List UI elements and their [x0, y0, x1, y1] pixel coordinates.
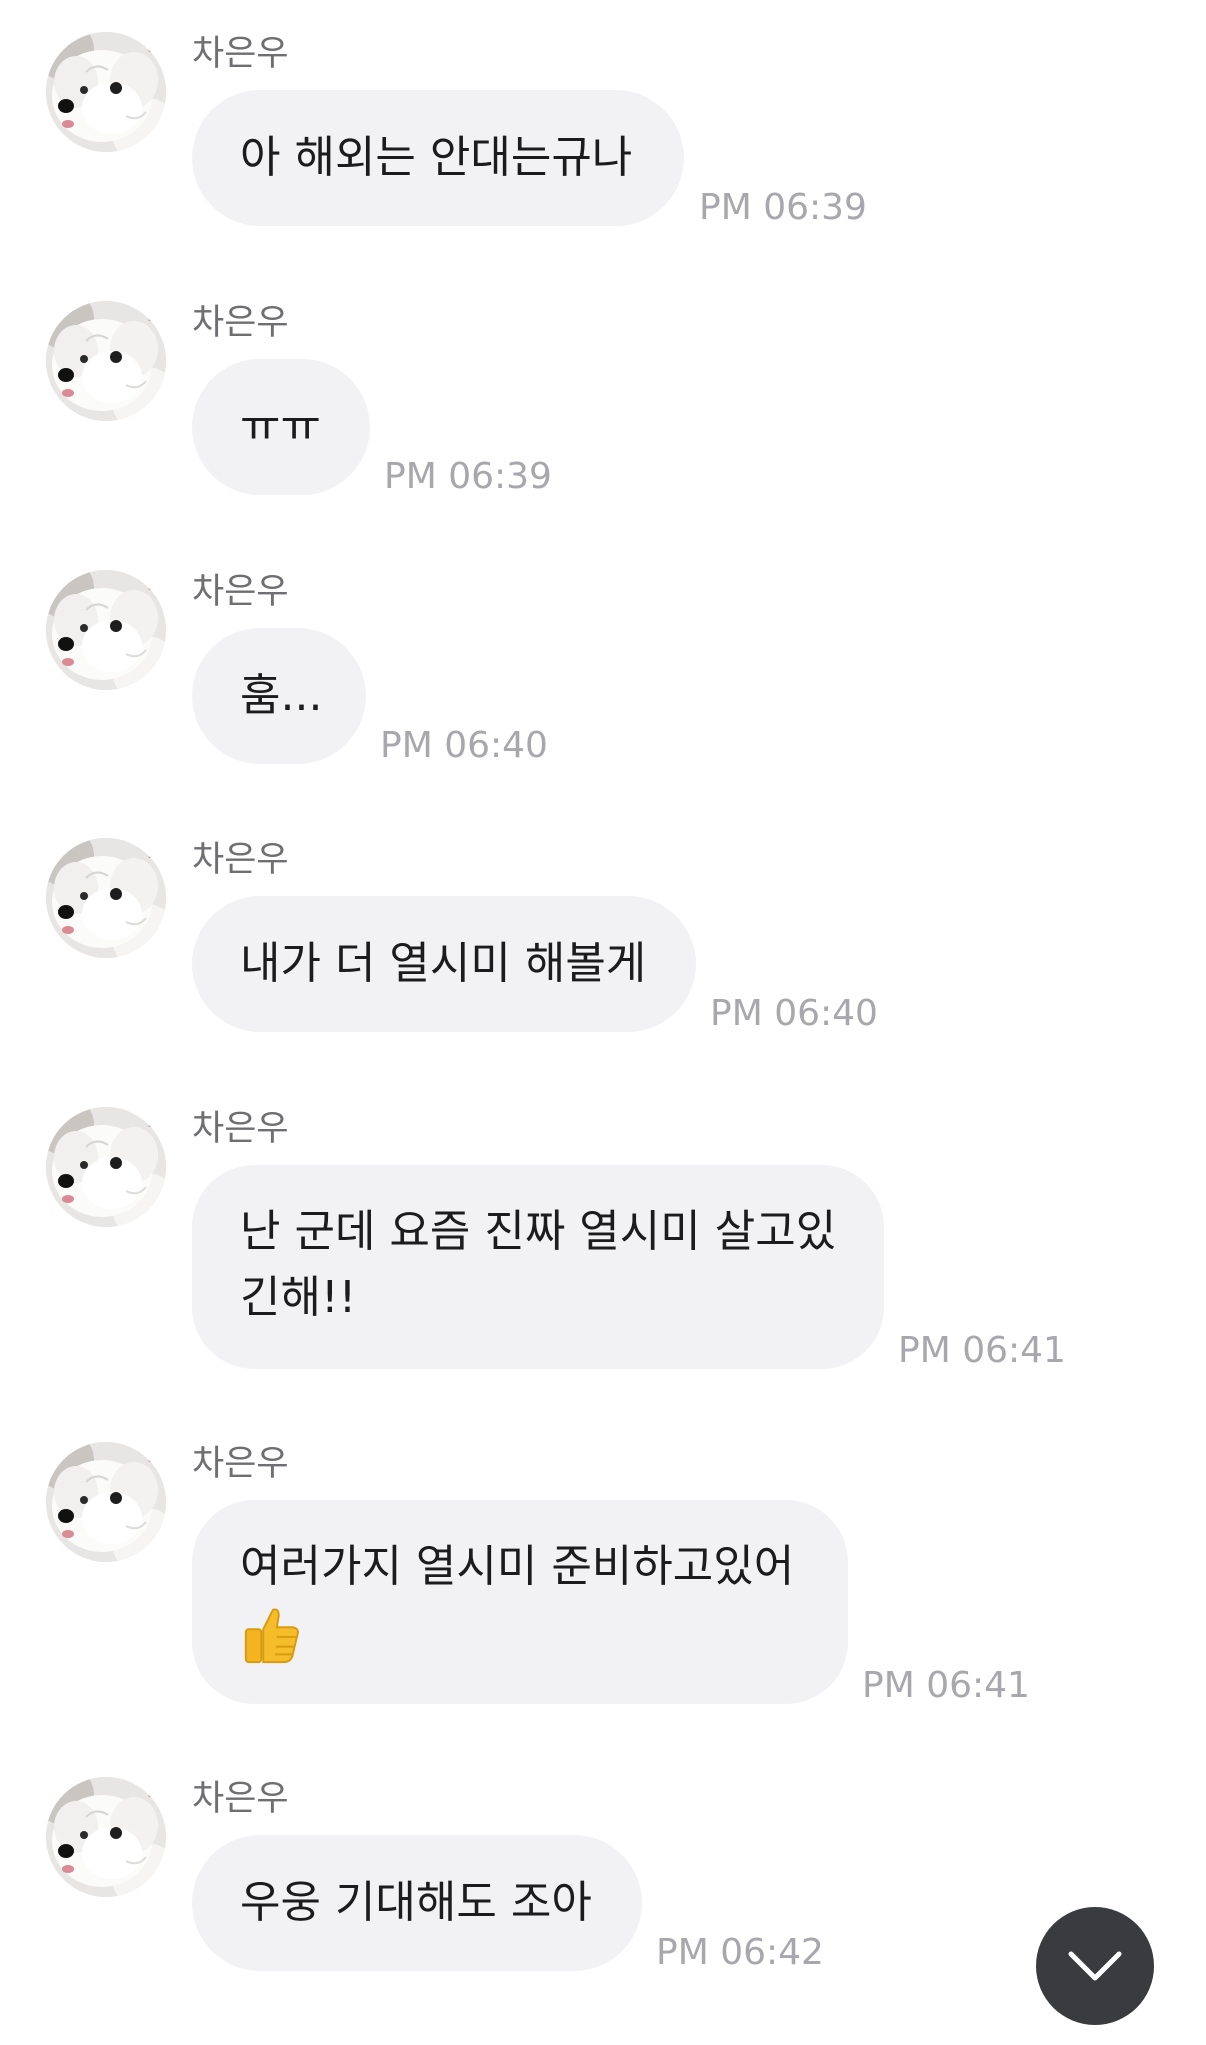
- message-bubble[interactable]: 난 군데 요즘 진짜 열시미 살고있 긴해!!: [192, 1165, 884, 1369]
- message-time: PM 06:40: [710, 993, 878, 1034]
- message-row: 차은우 아 해외는 안대는규나 PM 06:39: [0, 32, 1206, 232]
- avatar[interactable]: [46, 1777, 166, 1897]
- sender-name: 차은우: [192, 1779, 289, 1819]
- chat-message-list[interactable]: 차은우 아 해외는 안대는규나 PM 06:39 차은우 ㅠㅠ PM 06:39…: [0, 0, 1206, 2045]
- avatar[interactable]: [46, 570, 166, 690]
- message-row: 차은우 훔... PM 06:40: [0, 570, 1206, 770]
- sender-name: 차은우: [192, 1444, 289, 1484]
- chevron-down-icon: [1068, 1951, 1122, 1981]
- avatar-photo: [46, 301, 166, 421]
- avatar[interactable]: [46, 1107, 166, 1227]
- message-bubble[interactable]: 아 해외는 안대는규나: [192, 90, 684, 226]
- avatar[interactable]: [46, 301, 166, 421]
- avatar-photo: [46, 1107, 166, 1227]
- message-bubble[interactable]: 우웅 기대해도 조아: [192, 1835, 642, 1971]
- avatar-photo: [46, 1442, 166, 1562]
- message-text: ㅠㅠ: [240, 401, 321, 452]
- message-row: 차은우 난 군데 요즘 진짜 열시미 살고있 긴해!! PM 06:41: [0, 1107, 1206, 1377]
- message-text: 내가 더 열시미 해볼게: [240, 938, 647, 989]
- message-bubble[interactable]: ㅠㅠ: [192, 359, 370, 495]
- avatar-photo: [46, 1777, 166, 1897]
- scroll-to-bottom-button[interactable]: [1036, 1907, 1154, 2025]
- avatar-photo: [46, 838, 166, 958]
- message-text: 아 해외는 안대는규나: [240, 132, 633, 183]
- message-row: 차은우 우웅 기대해도 조아 PM 06:42: [0, 1777, 1206, 1977]
- message-row: 차은우 ㅠㅠ PM 06:39: [0, 301, 1206, 501]
- sender-name: 차은우: [192, 840, 289, 880]
- avatar-photo: [46, 570, 166, 690]
- avatar[interactable]: [46, 32, 166, 152]
- message-text: 우웅 기대해도 조아: [240, 1877, 592, 1928]
- message-text-line: 긴해!!: [240, 1272, 357, 1323]
- sender-name: 차은우: [192, 1109, 289, 1149]
- message-text: 훔...: [240, 670, 323, 721]
- sender-name: 차은우: [192, 303, 289, 343]
- message-bubble[interactable]: 훔...: [192, 628, 366, 764]
- sender-name: 차은우: [192, 572, 289, 612]
- message-bubble[interactable]: 여러가지 열시미 준비하고있어: [192, 1500, 848, 1704]
- message-time: PM 06:42: [656, 1932, 824, 1973]
- avatar-photo: [46, 32, 166, 152]
- sender-name: 차은우: [192, 34, 289, 74]
- message-time: PM 06:41: [898, 1330, 1066, 1371]
- avatar[interactable]: [46, 838, 166, 958]
- message-text-line: 여러가지 열시미 준비하고있어: [240, 1541, 795, 1592]
- message-bubble[interactable]: 내가 더 열시미 해볼게: [192, 896, 696, 1032]
- message-time: PM 06:41: [862, 1665, 1030, 1706]
- message-text-line: 난 군데 요즘 진짜 열시미 살고있: [240, 1206, 837, 1257]
- avatar[interactable]: [46, 1442, 166, 1562]
- message-time: PM 06:39: [699, 187, 867, 228]
- message-time: PM 06:39: [384, 456, 552, 497]
- message-time: PM 06:40: [380, 725, 548, 766]
- message-row: 차은우 내가 더 열시미 해볼게 PM 06:40: [0, 838, 1206, 1038]
- message-row: 차은우 여러가지 열시미 준비하고있어 PM 06:41: [0, 1442, 1206, 1712]
- message-emoji-line: [240, 1600, 800, 1666]
- thumbs-up-icon: [244, 1608, 299, 1664]
